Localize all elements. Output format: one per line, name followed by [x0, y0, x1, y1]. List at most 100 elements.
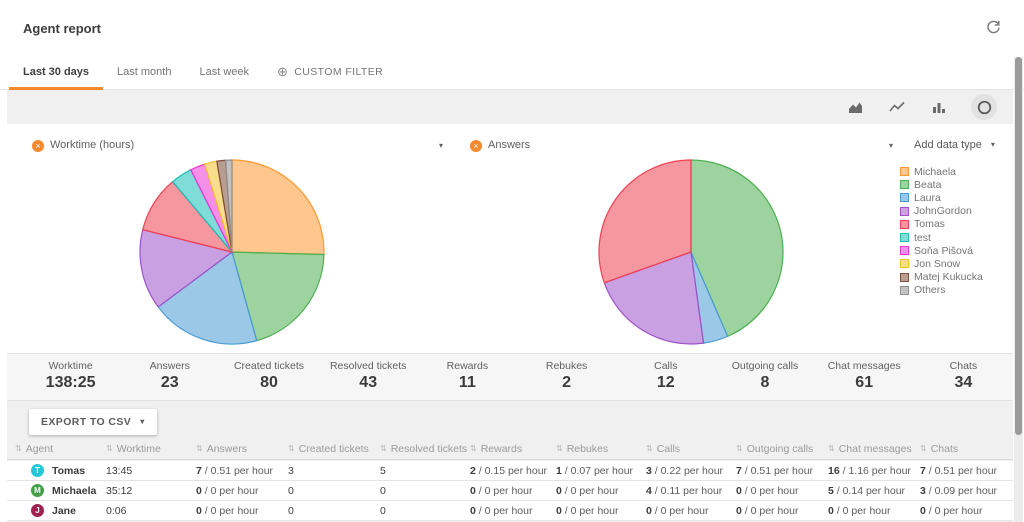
legend-label: Jon Snow [914, 258, 960, 270]
legend-swatch-icon [900, 246, 909, 255]
table-cell: 3 [288, 465, 380, 477]
table-cell: 5 [380, 465, 470, 477]
legend-label: Laura [914, 192, 941, 204]
add-data-type-caret-icon: ▾ [991, 141, 995, 149]
col-header-chat-messages[interactable]: ⇅Chat messages [828, 443, 920, 455]
legend-item-johngordon[interactable]: JohnGordon [900, 205, 1012, 218]
remove-worktime-chart-icon[interactable]: × [32, 140, 44, 152]
table-cell: 0 / 0 per hour [556, 485, 646, 497]
tab-label: CUSTOM FILTER [294, 66, 383, 78]
legend-list: MichaelaBeataLauraJohnGordonTomastestSoň… [900, 165, 1012, 297]
tab-last-week[interactable]: Last week [185, 56, 263, 90]
sort-icon: ⇅ [288, 444, 295, 453]
table-cell: 0 / 0 per hour [196, 485, 288, 497]
tab-last-month[interactable]: Last month [103, 56, 185, 90]
legend-label: Beata [914, 179, 941, 191]
stat-chats: Chats34 [914, 354, 1013, 400]
remove-answers-chart-icon[interactable]: × [470, 140, 482, 152]
sort-icon: ⇅ [646, 444, 653, 453]
bar-chart-icon[interactable] [929, 98, 949, 116]
table-cell: 1 / 0.07 per hour [556, 465, 646, 477]
add-data-type-button[interactable]: Add data type ▾ [900, 139, 1012, 151]
avatar: T [31, 464, 44, 477]
col-header-calls[interactable]: ⇅Calls [646, 443, 736, 455]
legend-item-michaela[interactable]: Michaela [900, 165, 1012, 178]
sort-icon: ⇅ [196, 444, 203, 453]
sort-icon: ⇅ [556, 444, 563, 453]
tab-label: Last month [117, 66, 171, 78]
agents-table-body: TTomas13:457 / 0.51 per hour352 / 0.15 p… [7, 461, 1013, 521]
stat-value: 23 [120, 374, 219, 392]
add-circle-icon: ⊕ [277, 65, 288, 78]
summary-stats: Worktime138:25Answers23Created tickets80… [7, 353, 1013, 401]
refresh-icon [985, 19, 1002, 36]
table-cell: 0 / 0 per hour [736, 505, 828, 517]
col-header-answers[interactable]: ⇅Answers [196, 443, 288, 455]
legend-item-laura[interactable]: Laura [900, 191, 1012, 204]
table-cell: 0 [380, 485, 470, 497]
legend-item-matej-kukucka[interactable]: Matej Kukucka [900, 271, 1012, 284]
sort-icon: ⇅ [106, 444, 113, 453]
scrollbar-track[interactable] [1014, 57, 1023, 522]
agent-name: Jane [52, 505, 76, 517]
pie-slice-michaela[interactable] [232, 160, 324, 255]
line-chart-icon[interactable] [887, 98, 907, 116]
legend-swatch-icon [900, 207, 909, 216]
legend-item-beata[interactable]: Beata [900, 178, 1012, 191]
col-header-worktime[interactable]: ⇅Worktime [106, 443, 196, 455]
col-header-label: Rebukes [567, 443, 608, 455]
chart-type-toolbar [7, 90, 1013, 124]
stat-value: 12 [616, 374, 715, 392]
col-header-outgoing-calls[interactable]: ⇅Outgoing calls [736, 443, 828, 455]
agent-cell: TTomas [15, 464, 106, 477]
stat-value: 80 [219, 374, 318, 392]
agent-cell: JJane [15, 504, 106, 517]
legend-label: Michaela [914, 166, 956, 178]
col-header-label: Outgoing calls [747, 443, 814, 455]
legend-item-test[interactable]: test [900, 231, 1012, 244]
pie-chart-icon[interactable] [971, 94, 997, 120]
scrollbar-thumb[interactable] [1015, 57, 1022, 435]
refresh-button[interactable] [983, 19, 1003, 39]
legend-swatch-icon [900, 193, 909, 202]
stat-label: Rebukes [517, 360, 616, 372]
stat-value: 11 [418, 374, 517, 392]
stat-value: 2 [517, 374, 616, 392]
legend-item-jon-snow[interactable]: Jon Snow [900, 257, 1012, 270]
tab-custom-filter[interactable]: ⊕ CUSTOM FILTER [263, 56, 397, 90]
worktime-pie-chart[interactable] [132, 152, 332, 352]
table-cell: 0 / 0 per hour [736, 485, 828, 497]
legend-swatch-icon [900, 220, 909, 229]
legend-item-others[interactable]: Others [900, 284, 1012, 297]
area-chart-icon[interactable] [845, 98, 865, 116]
table-cell: 0:06 [106, 505, 196, 517]
table-row-michaela[interactable]: MMichaela35:120 / 0 per hour000 / 0 per … [7, 481, 1013, 501]
table-row-jane[interactable]: JJane0:060 / 0 per hour000 / 0 per hour0… [7, 501, 1013, 521]
answers-pie-chart[interactable] [591, 152, 791, 352]
export-csv-button[interactable]: EXPORT TO CSV ▾ [29, 409, 157, 435]
tab-last-30-days[interactable]: Last 30 days [9, 56, 103, 90]
col-header-resolved-tickets[interactable]: ⇅Resolved tickets [380, 443, 470, 455]
export-csv-caret-icon: ▾ [140, 418, 144, 426]
legend-label: Matej Kukucka [914, 271, 983, 283]
answers-chart-caret-icon[interactable]: ▾ [889, 142, 893, 150]
col-header-rewards[interactable]: ⇅Rewards [470, 443, 556, 455]
legend-item-so-a-pi-ov[interactable]: Soňa Pišová [900, 244, 1012, 257]
stat-value: 34 [914, 374, 1013, 392]
col-header-rebukes[interactable]: ⇅ Rebukes [556, 443, 646, 455]
worktime-chart-caret-icon[interactable]: ▾ [439, 142, 443, 150]
table-row-tomas[interactable]: TTomas13:457 / 0.51 per hour352 / 0.15 p… [7, 461, 1013, 481]
col-header-created-tickets[interactable]: ⇅Created tickets [288, 443, 380, 455]
col-header-chats[interactable]: ⇅Chats [920, 443, 1013, 455]
legend-item-tomas[interactable]: Tomas [900, 218, 1012, 231]
stat-chat-messages: Chat messages61 [815, 354, 914, 400]
sort-icon: ⇅ [470, 444, 477, 453]
col-header-agent[interactable]: ⇅Agent [15, 443, 106, 455]
legend-label: Soňa Pišová [914, 245, 973, 257]
charts-panel: × Worktime (hours) ▾ × Answers ▾ Add dat… [7, 124, 1013, 353]
stat-worktime: Worktime138:25 [21, 354, 120, 400]
legend-swatch-icon [900, 167, 909, 176]
table-cell: 0 / 0 per hour [646, 505, 736, 517]
stat-rewards: Rewards11 [418, 354, 517, 400]
table-cell: 3 / 0.09 per hour [920, 485, 1013, 497]
